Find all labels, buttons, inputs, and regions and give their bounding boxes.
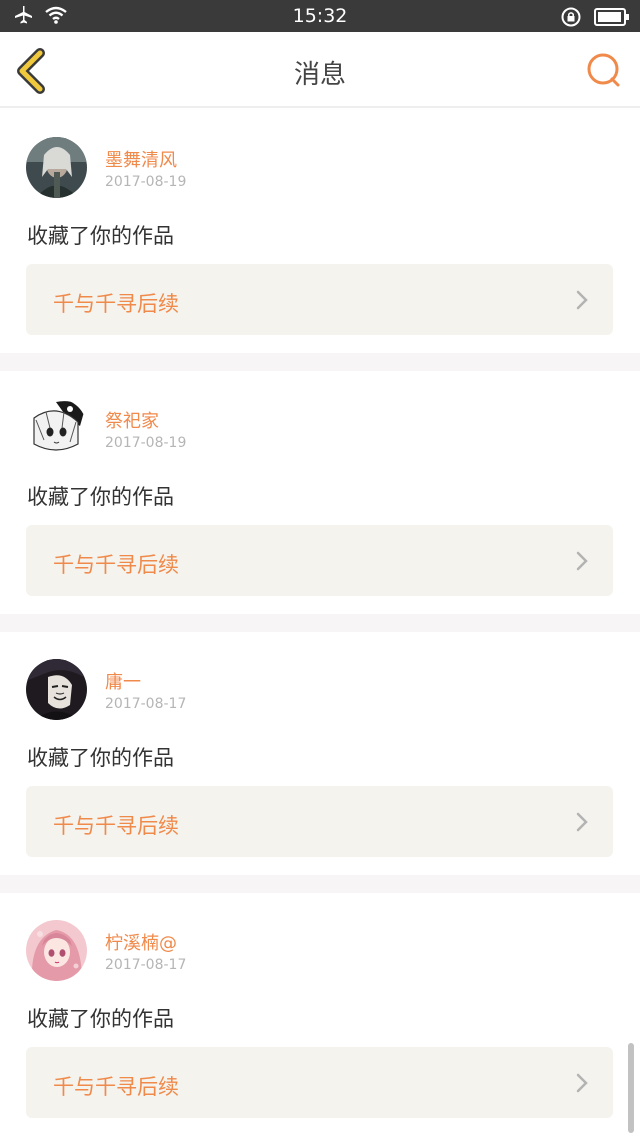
chevron-right-icon [576, 551, 588, 571]
page-title: 消息 [293, 60, 346, 90]
card-separator [0, 875, 640, 893]
message-card: 墨舞清风 2017-08-19 收藏了你的作品 千与千寻后续 [0, 110, 640, 353]
username[interactable]: 墨舞清风 [105, 146, 177, 172]
user-avatar[interactable] [26, 137, 87, 198]
user-avatar[interactable] [26, 398, 87, 459]
chevron-right-icon [576, 812, 588, 832]
work-link-card[interactable]: 千与千寻后续 [26, 525, 613, 596]
action-text: 收藏了你的作品 [27, 1007, 174, 1031]
username[interactable]: 庸一 [105, 668, 141, 694]
search-icon [587, 53, 620, 87]
message-card: 庸一 2017-08-17 收藏了你的作品 千与千寻后续 [0, 632, 640, 875]
chevron-right-icon [576, 290, 588, 310]
status-bar: 15:32 [0, 0, 640, 32]
message-card: 祭祀家 2017-08-19 收藏了你的作品 千与千寻后续 [0, 371, 640, 614]
work-link-card[interactable]: 千与千寻后续 [26, 264, 613, 335]
message-date: 2017-08-19 [105, 435, 187, 451]
user-avatar[interactable] [26, 920, 87, 981]
action-text: 收藏了你的作品 [27, 485, 174, 509]
work-title: 千与千寻后续 [53, 1075, 179, 1099]
status-time: 15:32 [292, 5, 348, 27]
work-title: 千与千寻后续 [53, 814, 179, 838]
work-link-card[interactable]: 千与千寻后续 [26, 786, 613, 857]
message-date: 2017-08-17 [105, 957, 187, 973]
message-date: 2017-08-19 [105, 174, 187, 190]
scrollbar[interactable] [628, 1043, 634, 1133]
battery-icon [594, 8, 629, 26]
card-separator [0, 353, 640, 371]
top-nav-bar: 消息 [0, 32, 640, 108]
username[interactable]: 祭祀家 [105, 407, 159, 433]
message-card: 柠溪楠@ 2017-08-17 收藏了你的作品 千与千寻后续 [0, 893, 640, 1136]
chevron-right-icon [576, 1073, 588, 1093]
message-list: 墨舞清风 2017-08-19 收藏了你的作品 千与千寻后续 祭祀家 2017-… [0, 110, 640, 1136]
rotation-lock-icon [561, 7, 581, 27]
user-avatar[interactable] [26, 659, 87, 720]
work-link-card[interactable]: 千与千寻后续 [26, 1047, 613, 1118]
action-text: 收藏了你的作品 [27, 746, 174, 770]
username[interactable]: 柠溪楠@ [105, 929, 177, 955]
card-separator [0, 614, 640, 632]
search-button[interactable] [584, 50, 624, 90]
status-right-icons [560, 6, 630, 28]
work-title: 千与千寻后续 [53, 553, 179, 577]
message-date: 2017-08-17 [105, 696, 187, 712]
work-title: 千与千寻后续 [53, 292, 179, 316]
action-text: 收藏了你的作品 [27, 224, 174, 248]
